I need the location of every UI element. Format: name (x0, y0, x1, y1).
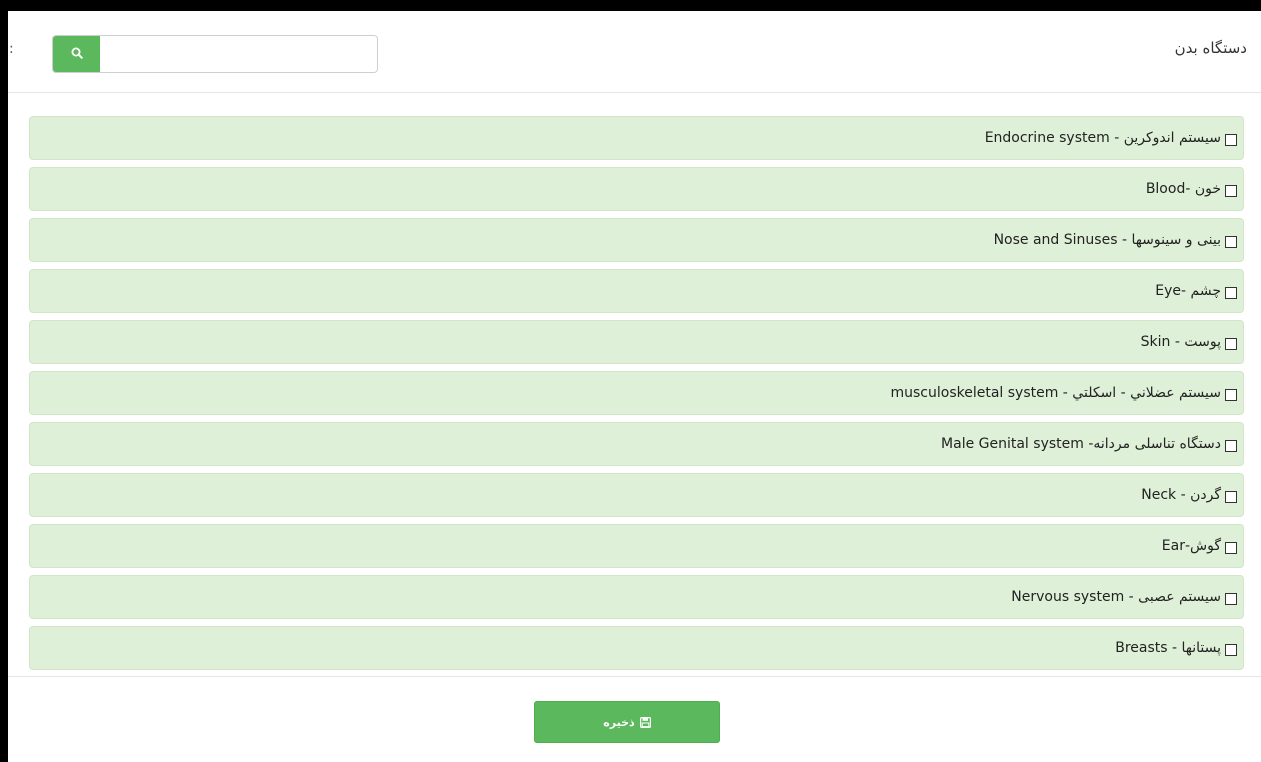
item-checkbox[interactable] (1225, 491, 1237, 503)
list-item[interactable]: چشم -Eye (29, 269, 1244, 313)
list-item[interactable]: پستانها - Breasts (29, 626, 1244, 670)
list-item[interactable]: گردن - Neck (29, 473, 1244, 517)
item-checkbox[interactable] (1225, 593, 1237, 605)
floppy-disk-icon (639, 716, 651, 728)
item-label: بینی و سینوسها - Nose and Sinuses (993, 232, 1221, 248)
item-label: سیستم اندوکرین - Endocrine system (984, 130, 1221, 146)
item-label: پستانها - Breasts (1115, 640, 1221, 656)
save-button[interactable]: ذخیره (534, 701, 720, 743)
item-label: گردن - Neck (1141, 487, 1221, 503)
item-label: پوست - Skin (1140, 334, 1221, 350)
item-checkbox[interactable] (1225, 644, 1237, 656)
item-checkbox[interactable] (1225, 440, 1237, 452)
item-label: دستگاه تناسلی مردانه- Male Genital syste… (941, 436, 1221, 452)
item-label: سیستم عضلاني - اسكلتي - musculoskeletal … (890, 385, 1221, 401)
list-item[interactable]: گوش-Ear (29, 524, 1244, 568)
list-item[interactable]: سیستم اندوکرین - Endocrine system (29, 116, 1244, 160)
search-input[interactable] (100, 36, 377, 72)
list-item[interactable]: خون -Blood (29, 167, 1244, 211)
item-checkbox[interactable] (1225, 236, 1237, 248)
item-label: گوش-Ear (1161, 538, 1221, 554)
body-system-list: سیستم اندوکرین - Endocrine system خون -B… (29, 116, 1244, 677)
item-checkbox[interactable] (1225, 134, 1237, 146)
item-checkbox[interactable] (1225, 287, 1237, 299)
item-checkbox[interactable] (1225, 542, 1237, 554)
list-item[interactable]: بینی و سینوسها - Nose and Sinuses (29, 218, 1244, 262)
save-label: ذخیره (603, 715, 635, 729)
list-item[interactable]: سیستم عصبی - Nervous system (29, 575, 1244, 619)
dialog-header: دستگاه بدن (8, 11, 1261, 93)
item-checkbox[interactable] (1225, 389, 1237, 401)
list-item[interactable]: دستگاه تناسلی مردانه- Male Genital syste… (29, 422, 1244, 466)
item-label: سیستم عصبی - Nervous system (1011, 589, 1221, 605)
search-group (52, 35, 378, 73)
list-item[interactable]: سیستم عضلاني - اسكلتي - musculoskeletal … (29, 371, 1244, 415)
item-checkbox[interactable] (1225, 338, 1237, 350)
item-label: چشم -Eye (1155, 283, 1221, 299)
item-label: خون -Blood (1145, 181, 1221, 197)
item-checkbox[interactable] (1225, 185, 1237, 197)
footer-divider (8, 676, 1261, 677)
search-button[interactable] (53, 36, 100, 72)
page-title: دستگاه بدن (1174, 39, 1247, 57)
search-icon (71, 47, 83, 62)
list-item[interactable]: پوست - Skin (29, 320, 1244, 364)
modal-dialog: : دستگاه بدن سیستم اندوکرین - Endocrine … (8, 11, 1261, 762)
